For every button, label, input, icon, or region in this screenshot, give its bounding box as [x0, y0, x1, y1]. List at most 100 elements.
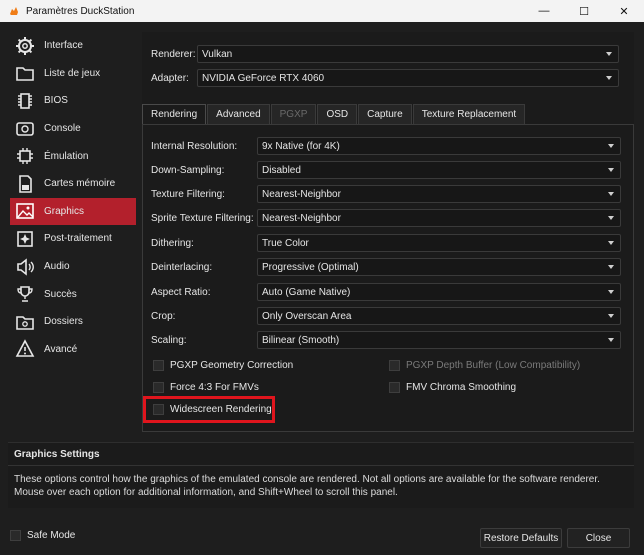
sidebar-item-graphics[interactable]: Graphics	[10, 197, 136, 226]
close-button[interactable]: Close	[567, 528, 630, 548]
title-bar: Paramètres DuckStation — ☐ ✕	[0, 0, 644, 22]
info-description: These options control how the graphics o…	[14, 474, 600, 498]
dithering-select[interactable]: True Color	[257, 234, 621, 252]
force-43-checkbox[interactable]: Force 4:3 For FMVs	[153, 382, 259, 393]
renderer-select[interactable]: Vulkan	[197, 45, 619, 63]
sidebar-item-post-processing[interactable]: Post-traitement	[10, 225, 136, 253]
chevron-down-icon	[608, 241, 614, 245]
tab-texture-replacement[interactable]: Texture Replacement	[412, 104, 526, 124]
sprite-texture-filtering-select[interactable]: Nearest-Neighbor	[257, 209, 621, 227]
safe-mode-checkbox[interactable]: Safe Mode	[10, 530, 75, 541]
renderer-label: Renderer:	[151, 48, 196, 60]
settings-window: Paramètres DuckStation — ☐ ✕ Interface L…	[0, 0, 644, 555]
checkbox-box[interactable]	[10, 530, 21, 541]
tab-rendering[interactable]: Rendering	[142, 104, 207, 124]
rendering-tab-panel: Internal Resolution: 9x Native (for 4K) …	[142, 124, 634, 432]
chevron-down-icon	[608, 314, 614, 318]
checkbox-box[interactable]	[153, 360, 164, 371]
chevron-down-icon	[606, 52, 612, 56]
dithering-label: Dithering:	[151, 237, 194, 249]
texture-filtering-label: Texture Filtering:	[151, 188, 225, 200]
pgxp-geometry-label: PGXP Geometry Correction	[170, 360, 294, 371]
aspect-ratio-value: Auto (Game Native)	[262, 286, 351, 298]
sidebar-item-bios[interactable]: BIOS	[10, 87, 136, 115]
chip-icon	[14, 90, 36, 112]
maximize-button[interactable]: ☐	[564, 0, 604, 22]
memory-card-icon	[14, 173, 36, 195]
sidebar-item-label: Graphics	[44, 205, 85, 217]
sidebar-item-folders[interactable]: Dossiers	[10, 308, 136, 336]
scaling-select[interactable]: Bilinear (Smooth)	[257, 331, 621, 349]
sprite-texture-filtering-value: Nearest-Neighbor	[262, 212, 341, 224]
duck-app-icon	[10, 7, 18, 15]
sidebar-item-achievements[interactable]: Succès	[10, 280, 136, 308]
pgxp-depth-label: PGXP Depth Buffer (Low Compatibility)	[406, 360, 581, 371]
internal-resolution-select[interactable]: 9x Native (for 4K)	[257, 137, 621, 155]
dithering-value: True Color	[262, 237, 309, 249]
internal-resolution-value: 9x Native (for 4K)	[262, 140, 340, 152]
image-icon	[14, 200, 36, 222]
chevron-down-icon	[606, 76, 612, 80]
chevron-down-icon	[608, 338, 614, 342]
sidebar-item-interface[interactable]: Interface	[10, 32, 136, 60]
sidebar-item-game-list[interactable]: Liste de jeux	[10, 60, 136, 88]
sprite-texture-filtering-label: Sprite Texture Filtering:	[151, 212, 254, 224]
chevron-down-icon	[608, 216, 614, 220]
checkbox-box[interactable]	[389, 382, 400, 393]
tab-osd[interactable]: OSD	[317, 104, 358, 124]
deinterlacing-value: Progressive (Optimal)	[262, 261, 359, 273]
sidebar-item-emulation[interactable]: Émulation	[10, 142, 136, 170]
internal-resolution-label: Internal Resolution:	[151, 140, 238, 152]
crop-select[interactable]: Only Overscan Area	[257, 307, 621, 325]
cpu-icon	[14, 145, 36, 167]
fmv-chroma-label: FMV Chroma Smoothing	[406, 382, 517, 393]
sidebar-item-label: BIOS	[44, 95, 68, 107]
minimize-button[interactable]: —	[524, 0, 564, 22]
aspect-ratio-select[interactable]: Auto (Game Native)	[257, 283, 621, 301]
sidebar-item-label: Émulation	[44, 150, 89, 162]
sidebar-item-label: Avancé	[44, 343, 78, 355]
chevron-down-icon	[608, 192, 614, 196]
sparkle-icon	[14, 228, 36, 250]
annotation-highlight-box	[143, 396, 275, 423]
sidebar-item-label: Console	[44, 123, 81, 135]
scaling-label: Scaling:	[151, 334, 187, 346]
aspect-ratio-label: Aspect Ratio:	[151, 286, 211, 298]
sidebar-item-audio[interactable]: Audio	[10, 253, 136, 281]
restore-defaults-button[interactable]: Restore Defaults	[480, 528, 562, 548]
sidebar-item-label: Cartes mémoire	[44, 178, 116, 190]
sidebar-item-label: Succès	[44, 288, 77, 300]
graphics-panel: Renderer: Vulkan Adapter: NVIDIA GeForce…	[142, 32, 634, 432]
sidebar-item-advanced[interactable]: Avancé	[10, 336, 136, 364]
down-sampling-value: Disabled	[262, 164, 301, 176]
tab-advanced[interactable]: Advanced	[207, 104, 270, 124]
down-sampling-select[interactable]: Disabled	[257, 161, 621, 179]
sidebar-item-console[interactable]: Console	[10, 115, 136, 143]
chevron-down-icon	[608, 265, 614, 269]
deinterlacing-label: Deinterlacing:	[151, 261, 213, 273]
footer: Safe Mode Restore Defaults Close	[0, 515, 644, 555]
gear-icon	[14, 35, 36, 57]
folder-settings-icon	[14, 311, 36, 333]
sidebar-item-label: Audio	[44, 261, 70, 273]
adapter-value: NVIDIA GeForce RTX 4060	[202, 72, 325, 84]
checkbox-box[interactable]	[153, 382, 164, 393]
adapter-select[interactable]: NVIDIA GeForce RTX 4060	[197, 69, 619, 87]
pgxp-geometry-checkbox[interactable]: PGXP Geometry Correction	[153, 360, 293, 371]
sidebar-item-memory-cards[interactable]: Cartes mémoire	[10, 170, 136, 198]
tab-capture[interactable]: Capture	[358, 104, 412, 124]
renderer-value: Vulkan	[202, 48, 233, 60]
tab-pgxp: PGXP	[270, 104, 317, 124]
folder-icon	[14, 62, 36, 84]
graphics-tabs: Rendering Advanced PGXP OSD Capture Text…	[142, 104, 526, 124]
close-window-button[interactable]: ✕	[604, 0, 644, 22]
deinterlacing-select[interactable]: Progressive (Optimal)	[257, 258, 621, 276]
sidebar-item-label: Dossiers	[44, 316, 83, 328]
fmv-chroma-checkbox[interactable]: FMV Chroma Smoothing	[389, 382, 516, 393]
scaling-value: Bilinear (Smooth)	[262, 334, 340, 346]
chevron-down-icon	[608, 168, 614, 172]
texture-filtering-select[interactable]: Nearest-Neighbor	[257, 185, 621, 203]
chevron-down-icon	[608, 144, 614, 148]
divider	[8, 465, 634, 466]
down-sampling-label: Down-Sampling:	[151, 164, 225, 176]
